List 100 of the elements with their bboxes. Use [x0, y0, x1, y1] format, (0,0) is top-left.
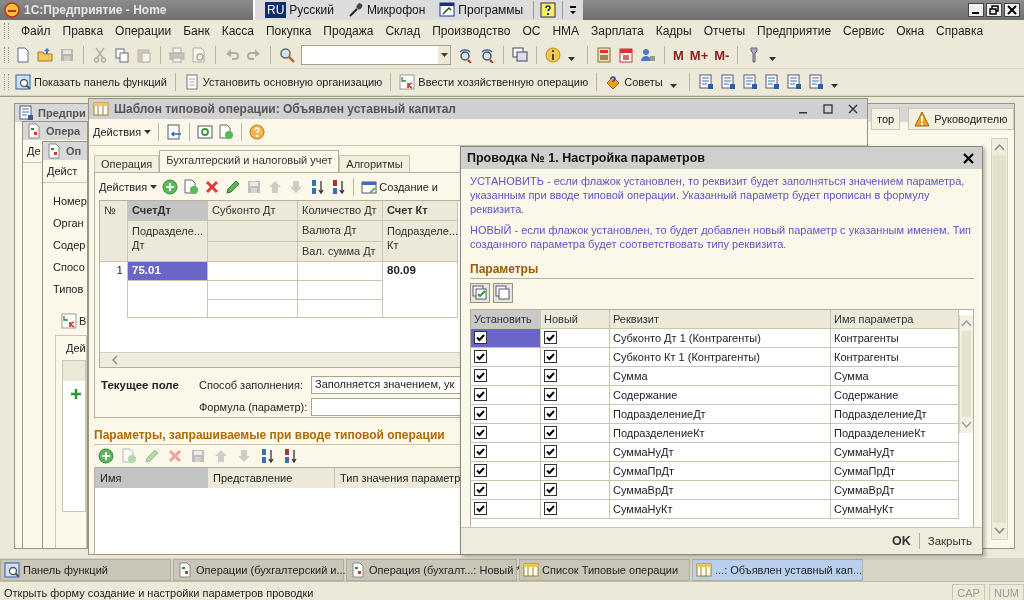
table-cell[interactable] [471, 423, 541, 443]
scroll-left-icon[interactable] [110, 355, 120, 365]
report-icon[interactable] [785, 74, 802, 90]
actions-menu[interactable]: Действия [93, 126, 152, 138]
checkbox[interactable] [544, 502, 557, 516]
toolbar-button[interactable]: Ввести хозяйственную операцию [399, 74, 589, 90]
menu-item[interactable]: Справка [936, 24, 984, 38]
options-icon[interactable] [569, 4, 578, 16]
menu-item[interactable]: Банк [183, 24, 210, 38]
scroll-down-icon[interactable] [994, 527, 1005, 535]
uncheck-all-button[interactable] [493, 282, 513, 303]
checkbox[interactable] [544, 407, 557, 421]
column-header[interactable]: Субконто Дт [208, 201, 298, 221]
menu-item[interactable]: НМА [552, 24, 580, 38]
tab[interactable]: Бухгалтерский и налоговый учет [159, 150, 340, 172]
scroll-up-icon[interactable] [994, 143, 1005, 151]
sort-descending-icon[interactable] [282, 448, 298, 464]
check-all-button[interactable] [470, 282, 490, 303]
table-cell[interactable] [541, 404, 610, 424]
dialog-button[interactable]: OK [889, 532, 913, 550]
report-icon[interactable] [741, 74, 758, 90]
toolbar-button[interactable]: Советы [605, 74, 663, 90]
menu-item[interactable]: Окна [896, 24, 925, 38]
tab[interactable]: Алгоритмы [339, 155, 410, 172]
taskbar-item[interactable]: Операции (бухгалтерский и... [173, 559, 344, 581]
menu-item[interactable]: Операции [115, 24, 172, 38]
table-cell[interactable] [471, 347, 541, 367]
checkbox[interactable] [544, 483, 557, 497]
column-header[interactable]: Имя [95, 468, 208, 488]
window-icon[interactable] [439, 2, 456, 18]
table-cell[interactable] [298, 281, 383, 300]
help-icon[interactable] [540, 2, 557, 18]
clipboard-icon[interactable] [183, 74, 200, 90]
column-header[interactable]: № [100, 201, 128, 262]
checkbox[interactable] [544, 464, 557, 478]
toolbar-button[interactable]: Показать панель функций [15, 74, 167, 90]
refresh-icon[interactable] [197, 124, 214, 140]
table-cell[interactable] [541, 347, 610, 367]
checkbox[interactable] [474, 407, 487, 421]
actions-menu[interactable]: Дей [66, 342, 86, 354]
table-cell[interactable] [208, 300, 298, 318]
column-header[interactable]: Подразделе... Кт [383, 221, 458, 262]
add-icon[interactable] [162, 179, 179, 195]
table-cell[interactable] [541, 499, 610, 519]
table-cell[interactable] [471, 461, 541, 481]
checkbox[interactable] [544, 369, 557, 383]
memory-button[interactable]: M- [714, 47, 730, 63]
find-next-icon[interactable] [457, 47, 473, 63]
table-cell[interactable] [471, 499, 541, 519]
close-icon[interactable] [963, 152, 974, 164]
table-cell[interactable]: 80.09 [383, 262, 458, 318]
form-wand-icon[interactable] [361, 179, 378, 195]
report-icon[interactable] [763, 74, 780, 90]
magnifier-icon[interactable] [15, 74, 31, 90]
maximize-icon[interactable] [823, 104, 833, 114]
sort-ascending-icon[interactable] [309, 179, 326, 195]
copy-icon[interactable] [114, 47, 130, 63]
caret-icon[interactable] [769, 57, 777, 61]
checkbox[interactable] [474, 350, 487, 364]
memory-button[interactable]: M+ [689, 47, 709, 63]
actions-menu[interactable]: Дейст [47, 165, 78, 177]
checkbox[interactable] [474, 331, 487, 345]
table-cell[interactable] [471, 442, 541, 462]
menu-item[interactable]: Правка [62, 24, 104, 38]
caret-icon[interactable] [830, 84, 838, 88]
restore-button[interactable] [986, 3, 1002, 17]
checkbox[interactable] [474, 369, 487, 383]
checkbox[interactable] [474, 445, 487, 459]
table-cell[interactable] [541, 442, 610, 462]
checkbox[interactable] [544, 426, 557, 440]
search-field[interactable] [301, 45, 451, 65]
menu-item[interactable]: Касса [221, 24, 254, 38]
dropdown-arrow-icon[interactable] [440, 53, 448, 57]
menu-item[interactable]: Зарплата [591, 24, 644, 38]
caret-icon[interactable] [144, 130, 152, 134]
table-cell[interactable]: 75.01 [128, 262, 208, 281]
column-header[interactable]: Новый [541, 309, 610, 329]
menu-item[interactable]: ОС [522, 24, 541, 38]
caret-icon[interactable] [669, 84, 677, 88]
tab[interactable]: В [61, 313, 87, 329]
microphone-button[interactable]: Микрофон [343, 2, 430, 18]
table-cell[interactable] [541, 480, 610, 500]
table-cell[interactable] [298, 300, 383, 318]
sort-descending-icon[interactable] [330, 179, 347, 195]
search-icon[interactable] [279, 47, 295, 63]
programs-button[interactable]: Программы [435, 2, 528, 18]
caret-icon[interactable] [568, 57, 575, 61]
checkbox[interactable] [544, 445, 557, 459]
tips-icon[interactable] [605, 74, 622, 90]
table-cell[interactable] [471, 404, 541, 424]
table-cell[interactable] [298, 262, 383, 281]
column-header[interactable]: СчетДт [128, 201, 208, 221]
toolbar-button[interactable]: Создание и [361, 179, 439, 195]
checkbox[interactable] [474, 502, 487, 516]
table-cell[interactable] [128, 281, 208, 318]
column-header[interactable]: Установить [471, 309, 541, 329]
delete-icon[interactable] [204, 179, 221, 195]
info-icon[interactable] [545, 47, 561, 63]
calculator-icon[interactable] [596, 47, 612, 63]
debit-credit-icon[interactable] [399, 74, 416, 90]
